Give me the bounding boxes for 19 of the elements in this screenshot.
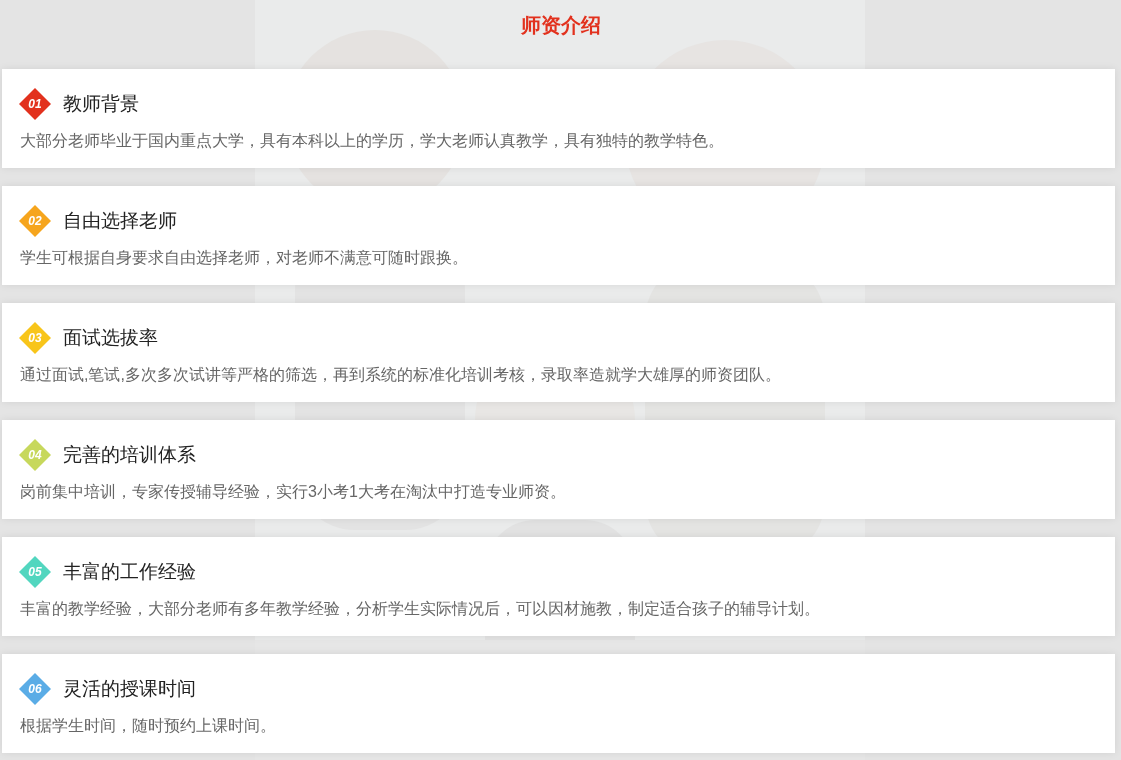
- number-badge: 01: [19, 88, 51, 120]
- section-heading: 师资介绍: [520, 12, 601, 38]
- number-badge: 03: [19, 322, 51, 354]
- feature-description: 通过面试,笔试,多次多次试讲等严格的筛选，再到系统的标准化培训考核，录取率造就学大雄厚的师资团队。: [19, 365, 782, 385]
- feature-description: 学生可根据自身要求自由选择老师，对老师不满意可随时跟换。: [19, 248, 469, 268]
- feature-title: 面试选拔率: [63, 326, 158, 350]
- number-badge: 05: [19, 556, 51, 588]
- number-badge: 02: [19, 205, 51, 237]
- feature-title: 灵活的授课时间: [63, 677, 196, 701]
- feature-description: 根据学生时间，随时预约上课时间。: [19, 716, 277, 736]
- feature-title: 教师背景: [63, 92, 139, 116]
- number-badge: 06: [19, 673, 51, 705]
- feature-title: 丰富的工作经验: [63, 560, 196, 584]
- feature-description: 丰富的教学经验，大部分老师有多年教学经验，分析学生实际情况后，可以因材施教，制定适合孩子的辅导计划。: [19, 599, 821, 619]
- feature-title: 自由选择老师: [63, 209, 177, 233]
- feature-title: 完善的培训体系: [63, 443, 196, 467]
- feature-description: 岗前集中培训，专家传授辅导经验，实行3小考1大考在淘汰中打造专业师资。: [19, 482, 567, 502]
- feature-description: 大部分老师毕业于国内重点大学，具有本科以上的学历，学大老师认真教学，具有独特的教学特色。: [19, 131, 725, 151]
- number-badge: 04: [19, 439, 51, 471]
